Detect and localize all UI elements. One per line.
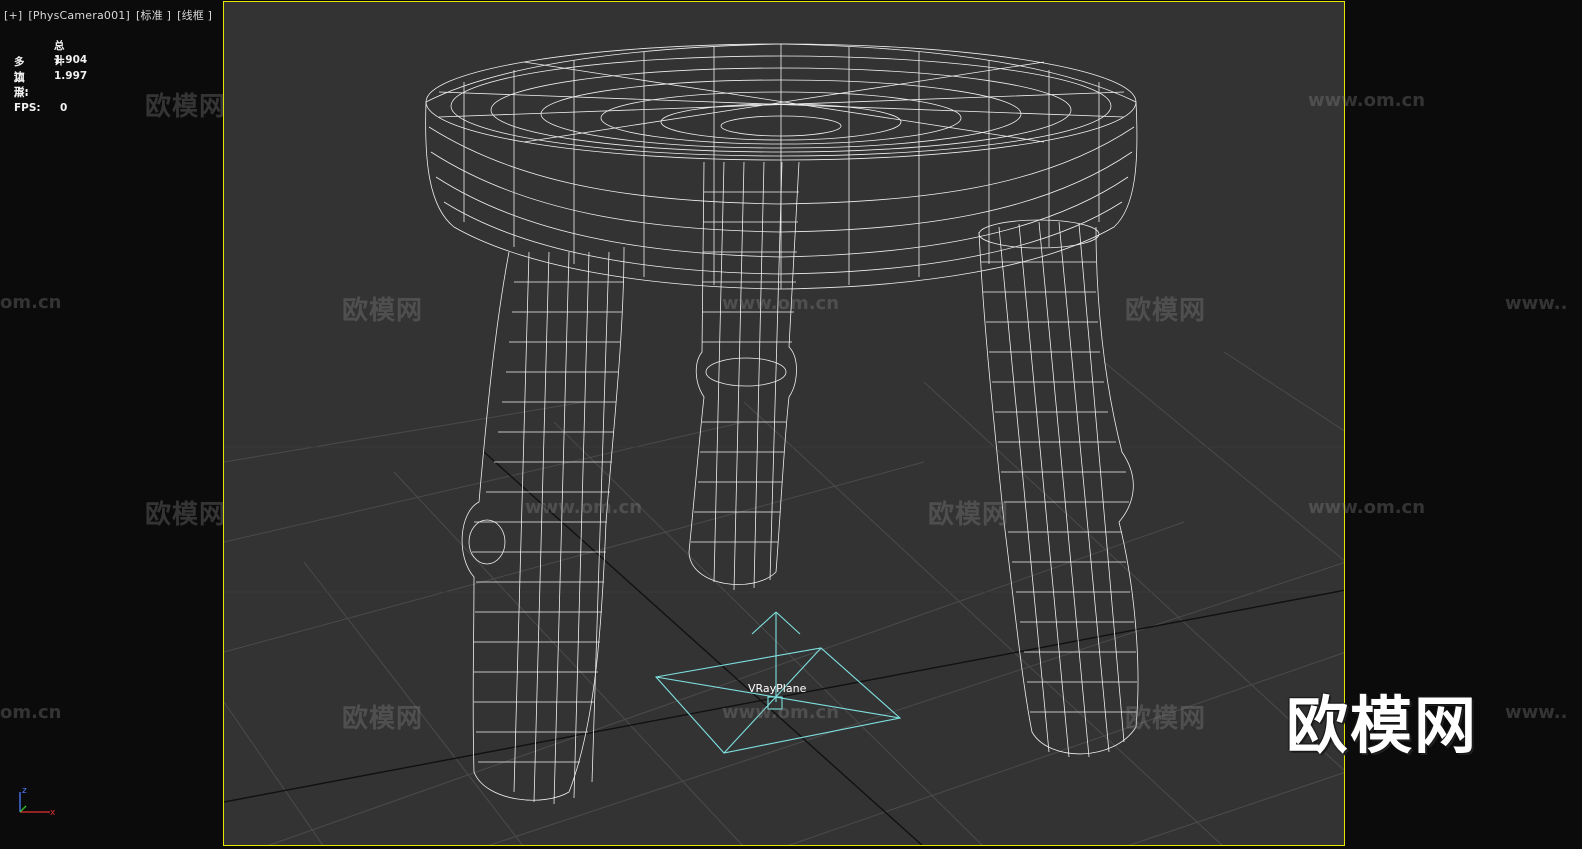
axis-z-label: z [22,786,27,796]
viewport-camera-label[interactable]: [PhysCamera001] [28,9,130,22]
stool-leg-left [461,246,625,805]
watermark-url: www.. [1505,702,1568,723]
axis-x-label: x [50,808,56,818]
vrayplane-label: VRayPlane [748,682,807,695]
watermark-url: www.. [1505,293,1568,314]
vrayplane-helper[interactable]: VRayPlane [654,611,902,754]
viewport-label[interactable]: [+] [PhysCamera001] [标准 ] [线框 ] [4,7,218,23]
verts-value: 1.997 [54,70,88,82]
stool-leg-back [688,161,800,591]
ground-grid [224,351,1344,845]
camera-safe-frame[interactable]: VRayPlane [223,1,1345,846]
polys-value: 1.904 [54,54,88,66]
site-logo: 欧模网 [1286,689,1479,762]
watermark-url: om.cn [0,702,62,723]
fps-label: FPS: [14,102,41,114]
axis-tripod-icon: z x [19,786,56,818]
watermark-text: 欧模网 [145,92,227,122]
watermark-url: om.cn [0,292,62,313]
stool-leg-right [978,219,1139,758]
viewport-canvas[interactable]: VRayPlane [224,2,1345,846]
verts-label: 顶点: [14,72,29,99]
watermark-text: 欧模网 [145,500,227,530]
viewport-shading-label[interactable]: [标准 ] [136,9,171,22]
world-axes [224,451,1344,845]
viewport-mode-label[interactable]: [线框 ] [177,9,212,22]
viewport-menu-button[interactable]: [+] [4,9,22,22]
fps-value: 0 [60,102,68,114]
